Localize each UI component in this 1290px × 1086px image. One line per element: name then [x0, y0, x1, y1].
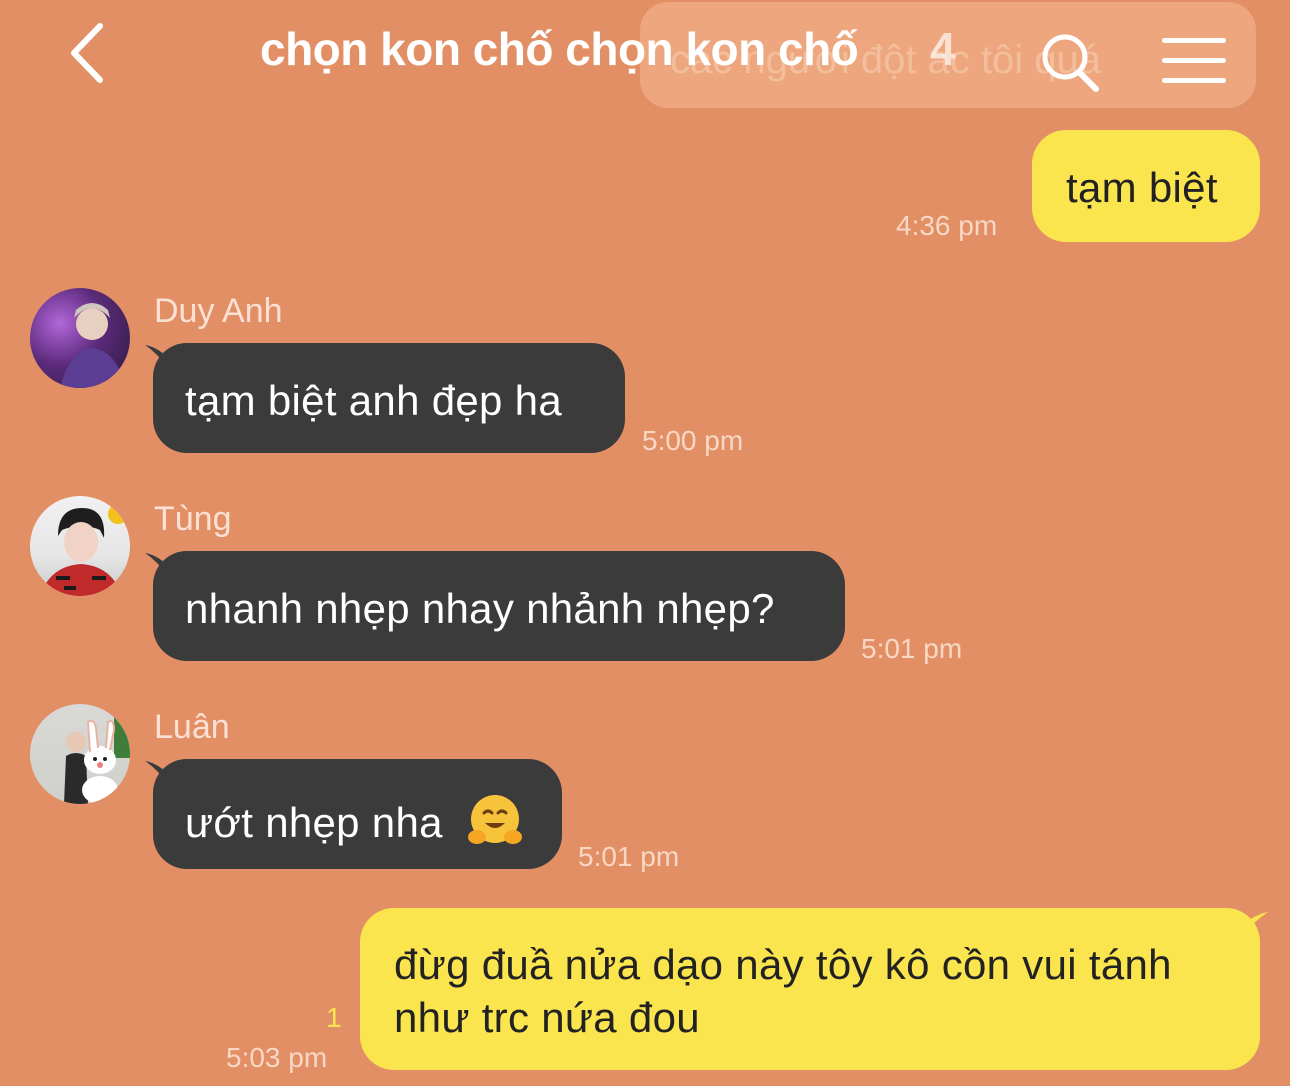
sender-name: Duy Anh [154, 292, 283, 330]
chat-title: chọn kon chố chọn kon chố [260, 23, 859, 75]
member-count: 4 [930, 23, 956, 75]
avatar[interactable] [30, 288, 130, 388]
bubble-tail [1244, 912, 1268, 934]
unread-count: 1 [326, 1002, 342, 1033]
avatar-photo [40, 504, 128, 596]
message-text: tạm biệt anh đẹp ha [185, 377, 562, 424]
hamburger-menu-icon [1162, 38, 1226, 83]
menu-button[interactable] [1160, 34, 1228, 86]
search-button[interactable] [1038, 30, 1102, 94]
avatar-photo [64, 712, 130, 804]
back-button[interactable] [60, 18, 120, 88]
message-text: tạm biệt [1066, 164, 1218, 211]
sender-name: Luân [154, 708, 230, 746]
chevron-left-icon [71, 23, 103, 83]
sender-name: Tùng [154, 500, 232, 538]
message-time: 4:36 pm [896, 210, 998, 241]
message-text: đừg đuầ nửa dạo này tôy kô cồn vui tánh … [394, 941, 1172, 1041]
message-bubble[interactable]: nhanh nhẹp nhay nhảnh nhẹp? [153, 551, 845, 661]
avatar-photo [60, 303, 126, 388]
avatar[interactable] [30, 496, 130, 596]
message-time: 5:03 pm [226, 1042, 328, 1073]
message-text: nhanh nhẹp nhay nhảnh nhẹp? [185, 585, 775, 632]
message-text: ướt nhẹp nha [185, 799, 443, 846]
message-time: 5:00 pm [642, 425, 744, 456]
message-bubble[interactable]: ướt nhẹp nha [153, 759, 562, 869]
message-time: 5:01 pm [578, 841, 680, 872]
search-icon [1042, 34, 1099, 92]
message-bubble[interactable]: đừg đuầ nửa dạo này tôy kô cồn vui tánh … [360, 908, 1260, 1070]
message-bubble[interactable]: tạm biệt [1032, 130, 1260, 242]
avatar[interactable] [30, 704, 130, 804]
message-bubble[interactable]: tạm biệt anh đẹp ha [153, 343, 625, 453]
message-time: 5:01 pm [861, 633, 963, 664]
hugging-face-emoji [467, 793, 523, 849]
